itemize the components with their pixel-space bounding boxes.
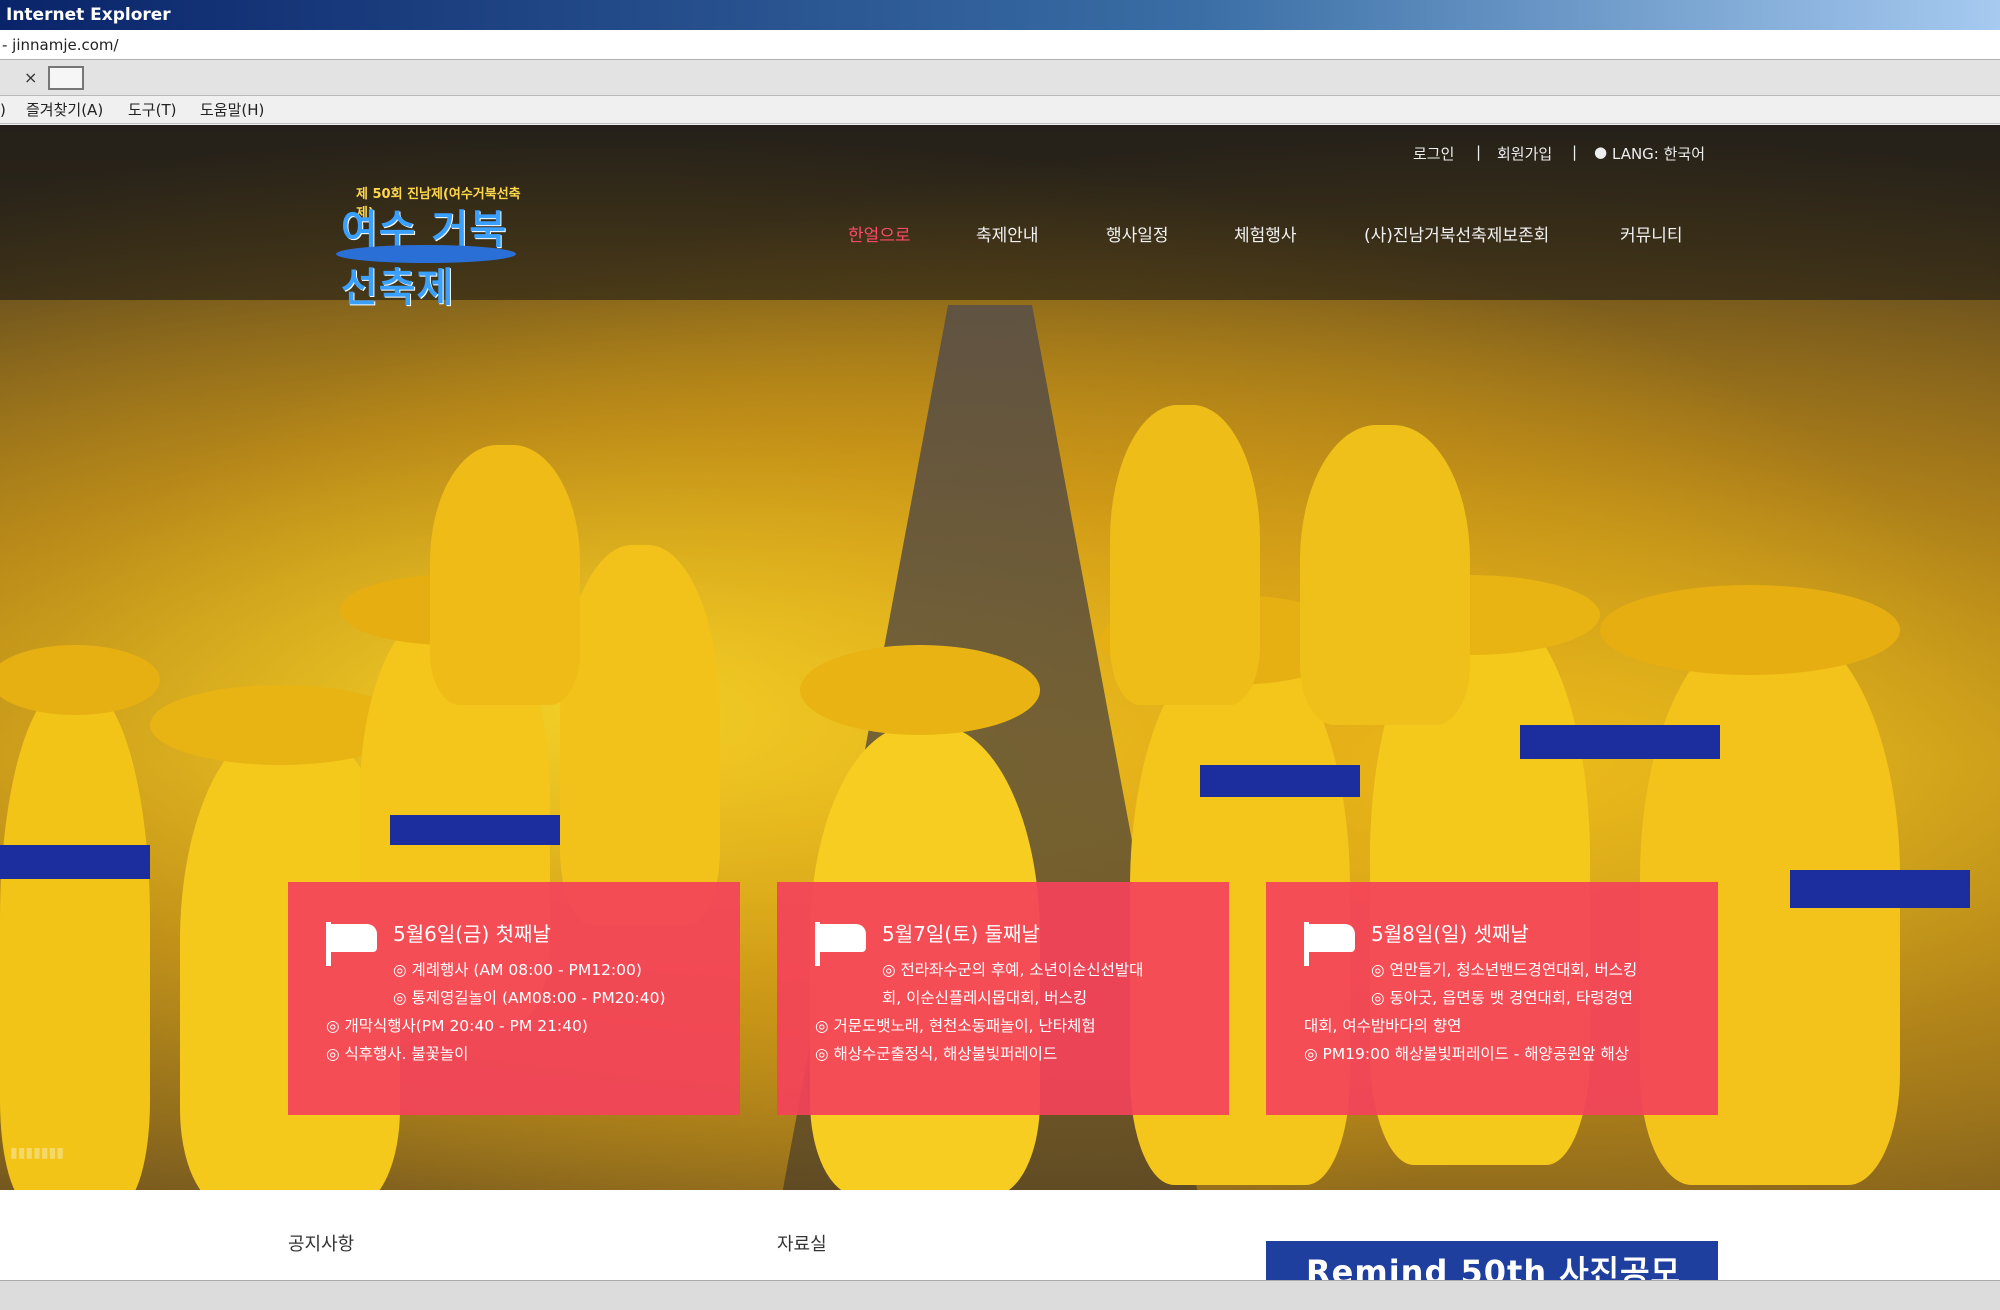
archive-heading[interactable]: 자료실 (777, 1230, 827, 1256)
menu-item-favorites[interactable]: 즐겨찾기(A) (26, 96, 103, 124)
parade-sash (0, 845, 150, 879)
day-card-line: 대회, 여수밤바다의 향연 (1304, 1017, 1462, 1035)
day-card-title: 5월7일(토) 둘째날 (882, 922, 1040, 946)
tab-bar: × (0, 60, 2000, 96)
day-card-line: ◎ PM19:00 해상불빛퍼레이드 - 해양공원앞 해상 (1304, 1045, 1630, 1063)
address-url[interactable]: - jinnamje.com/ (2, 36, 119, 54)
nav-item-festival-info[interactable]: 축제안내 (976, 221, 1039, 246)
window-title: Internet Explorer (6, 5, 171, 25)
address-bar[interactable]: - jinnamje.com/ (0, 30, 2000, 60)
day-card-line: 회, 이순신플레시몹대회, 버스킹 (882, 989, 1088, 1007)
parade-sash (1790, 870, 1970, 908)
parade-figure (560, 545, 720, 925)
flag-icon (815, 922, 869, 966)
parade-hat (1600, 585, 1900, 675)
day-card-title: 5월8일(일) 셋째날 (1371, 922, 1529, 946)
globe-icon: ● (1594, 143, 1608, 161)
menu-item-partial[interactable]: ) (0, 96, 6, 124)
login-link[interactable]: 로그인 (1413, 143, 1454, 164)
status-bar (0, 1280, 2000, 1310)
day-card-line: ◎ 식후행사. 불꽃놀이 (326, 1045, 469, 1063)
day-card-line: ◎ 연만들기, 청소년밴드경연대회, 버스킹 (1371, 961, 1638, 979)
tab-close-icon[interactable]: × (24, 68, 37, 87)
day-card-line: ◎ 동아굿, 읍면동 뱃 경연대회, 타령경연 (1371, 989, 1633, 1007)
parade-figure (430, 445, 580, 705)
parade-hat (0, 645, 160, 715)
video-watermark: ▮▮▮▮▮▮▮ (10, 1145, 64, 1161)
banner-text: Remind 50th 사진공모 (1306, 1253, 1681, 1281)
hero-video-background: 제 50회 진남제(여수거북선축제) 여수 거북선축제 로그인 | 회원가입 |… (0, 125, 2000, 1190)
day-card-2[interactable]: 5월7일(토) 둘째날 ◎ 전라좌수군의 후예, 소년이순신선발대 회, 이순신… (777, 882, 1229, 1115)
nav-item-home[interactable]: 한얼으로 (848, 221, 911, 246)
flag-icon (326, 922, 380, 966)
day-card-line: ◎ 전라좌수군의 후예, 소년이순신선발대 (882, 961, 1144, 979)
day-card-1[interactable]: 5월6일(금) 첫째날 ◎ 계례행사 (AM 08:00 - PM12:00) … (288, 882, 740, 1115)
nav-item-association[interactable]: (사)진남거북선축제보존회 (1364, 221, 1549, 246)
new-tab-button[interactable] (48, 66, 84, 90)
parade-sash (1200, 765, 1360, 797)
day-card-line: ◎ 해상수군출정식, 해상불빛퍼레이드 (815, 1045, 1058, 1063)
parade-hat (800, 645, 1040, 735)
menu-item-help[interactable]: 도움말(H) (200, 96, 264, 124)
util-divider: | (1572, 143, 1578, 161)
util-divider: | (1476, 143, 1482, 161)
nav-item-experience[interactable]: 체험행사 (1234, 221, 1297, 246)
parade-figure (1300, 425, 1470, 725)
menu-bar: ) 즐겨찾기(A) 도구(T) 도움말(H) (0, 96, 2000, 124)
page-viewport: 제 50회 진남제(여수거북선축제) 여수 거북선축제 로그인 | 회원가입 |… (0, 125, 2000, 1280)
nav-item-schedule[interactable]: 행사일정 (1106, 221, 1169, 246)
parade-sash (1520, 725, 1720, 759)
nav-item-community[interactable]: 커뮤니티 (1620, 221, 1683, 246)
flag-icon (1304, 922, 1358, 966)
day-card-line: ◎ 개막식행사(PM 20:40 - PM 21:40) (326, 1017, 588, 1035)
festival-logo[interactable]: 제 50회 진남제(여수거북선축제) 여수 거북선축제 (336, 183, 536, 311)
window-title-bar: Internet Explorer (0, 0, 2000, 30)
menu-item-tools[interactable]: 도구(T) (128, 96, 176, 124)
parade-figure (1110, 405, 1260, 705)
day-card-line: ◎ 거문도뱃노래, 현천소동패놀이, 난타체험 (815, 1017, 1096, 1035)
signup-link[interactable]: 회원가입 (1497, 143, 1552, 164)
photo-contest-banner[interactable]: Remind 50th 사진공모 (1266, 1241, 1718, 1281)
day-card-3[interactable]: 5월8일(일) 셋째날 ◎ 연만들기, 청소년밴드경연대회, 버스킹 ◎ 동아굿… (1266, 882, 1718, 1115)
notice-heading[interactable]: 공지사항 (288, 1230, 354, 1256)
logo-swoosh-icon (336, 245, 516, 263)
day-card-title: 5월6일(금) 첫째날 (393, 922, 551, 946)
language-selector[interactable]: LANG: 한국어 (1612, 143, 1705, 164)
day-card-line: ◎ 계례행사 (AM 08:00 - PM12:00) (393, 961, 642, 979)
parade-sash (390, 815, 560, 845)
parade-figure (0, 685, 150, 1190)
day-card-line: ◎ 통제영길놀이 (AM08:00 - PM20:40) (393, 989, 666, 1007)
